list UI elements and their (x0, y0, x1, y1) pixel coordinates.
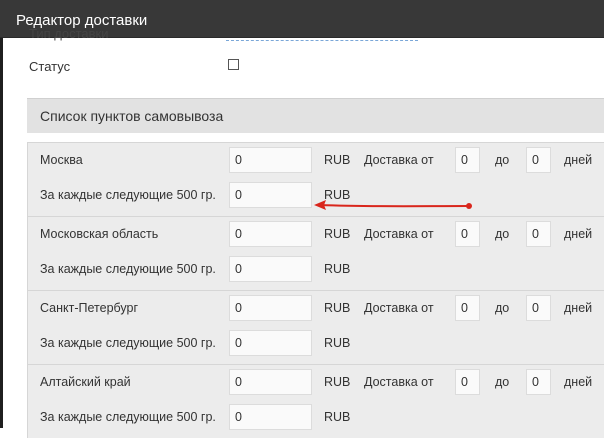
extra-price-input[interactable] (229, 404, 312, 430)
delivery-type-field[interactable] (226, 38, 418, 41)
window-edge (0, 38, 3, 428)
region-label: Санкт-Петербург (40, 301, 139, 315)
price-row: Санкт-Петербург RUB Доставка от до дней (28, 295, 604, 321)
days-to-input[interactable] (526, 369, 551, 395)
delivery-from-label: Доставка от (364, 227, 434, 241)
pickup-list-header: Список пунктов самовывоза (27, 98, 604, 133)
days-to-input[interactable] (526, 295, 551, 321)
price-row: Московская область RUB Доставка от до дн… (28, 221, 604, 247)
per-weight-label: За каждые следующие 500 гр. (40, 188, 216, 202)
per-weight-label: За каждые следующие 500 гр. (40, 410, 216, 424)
pickup-point: Москва RUB Доставка от до дней За каждые… (27, 142, 604, 216)
price-input[interactable] (229, 147, 312, 173)
days-to-input[interactable] (526, 147, 551, 173)
price-input[interactable] (229, 295, 312, 321)
pickup-point: Санкт-Петербург RUB Доставка от до дней … (27, 290, 604, 364)
delivery-from-label: Доставка от (364, 375, 434, 389)
days-label: дней (564, 301, 593, 315)
days-label: дней (564, 375, 593, 389)
currency-label: RUB (324, 153, 351, 167)
days-from-input[interactable] (455, 221, 480, 247)
region-label: Москва (40, 153, 83, 167)
pickup-point: Московская область RUB Доставка от до дн… (27, 216, 604, 290)
to-label: до (495, 227, 510, 241)
extra-weight-row: За каждые следующие 500 гр. RUB (28, 404, 604, 430)
pickup-point: Алтайский край RUB Доставка от до дней З… (27, 364, 604, 438)
currency-label: RUB (324, 410, 351, 424)
extra-price-input[interactable] (229, 182, 312, 208)
delivery-from-label: Доставка от (364, 153, 434, 167)
currency-label: RUB (324, 227, 351, 241)
currency-label: RUB (324, 262, 351, 276)
per-weight-label: За каждые следующие 500 гр. (40, 336, 216, 350)
delivery-type-label: Тип доставки (29, 26, 109, 41)
days-label: дней (564, 153, 593, 167)
price-input[interactable] (229, 369, 312, 395)
currency-label: RUB (324, 301, 351, 315)
days-from-input[interactable] (455, 147, 480, 173)
currency-label: RUB (324, 188, 351, 202)
extra-weight-row: За каждые следующие 500 гр. RUB (28, 182, 604, 208)
region-label: Алтайский край (40, 375, 131, 389)
to-label: до (495, 301, 510, 315)
status-label: Статус (29, 59, 71, 74)
per-weight-label: За каждые следующие 500 гр. (40, 262, 216, 276)
days-to-input[interactable] (526, 221, 551, 247)
days-from-input[interactable] (455, 369, 480, 395)
extra-weight-row: За каждые следующие 500 гр. RUB (28, 330, 604, 356)
region-label: Московская область (40, 227, 159, 241)
price-input[interactable] (229, 221, 312, 247)
to-label: до (495, 153, 510, 167)
extra-price-input[interactable] (229, 256, 312, 282)
days-from-input[interactable] (455, 295, 480, 321)
pickup-list: Москва RUB Доставка от до дней За каждые… (27, 142, 604, 438)
status-checkbox[interactable] (228, 59, 239, 70)
currency-label: RUB (324, 336, 351, 350)
price-row: Алтайский край RUB Доставка от до дней (28, 369, 604, 395)
days-label: дней (564, 227, 593, 241)
currency-label: RUB (324, 375, 351, 389)
delivery-from-label: Доставка от (364, 301, 434, 315)
to-label: до (495, 375, 510, 389)
price-row: Москва RUB Доставка от до дней (28, 147, 604, 173)
extra-weight-row: За каждые следующие 500 гр. RUB (28, 256, 604, 282)
extra-price-input[interactable] (229, 330, 312, 356)
